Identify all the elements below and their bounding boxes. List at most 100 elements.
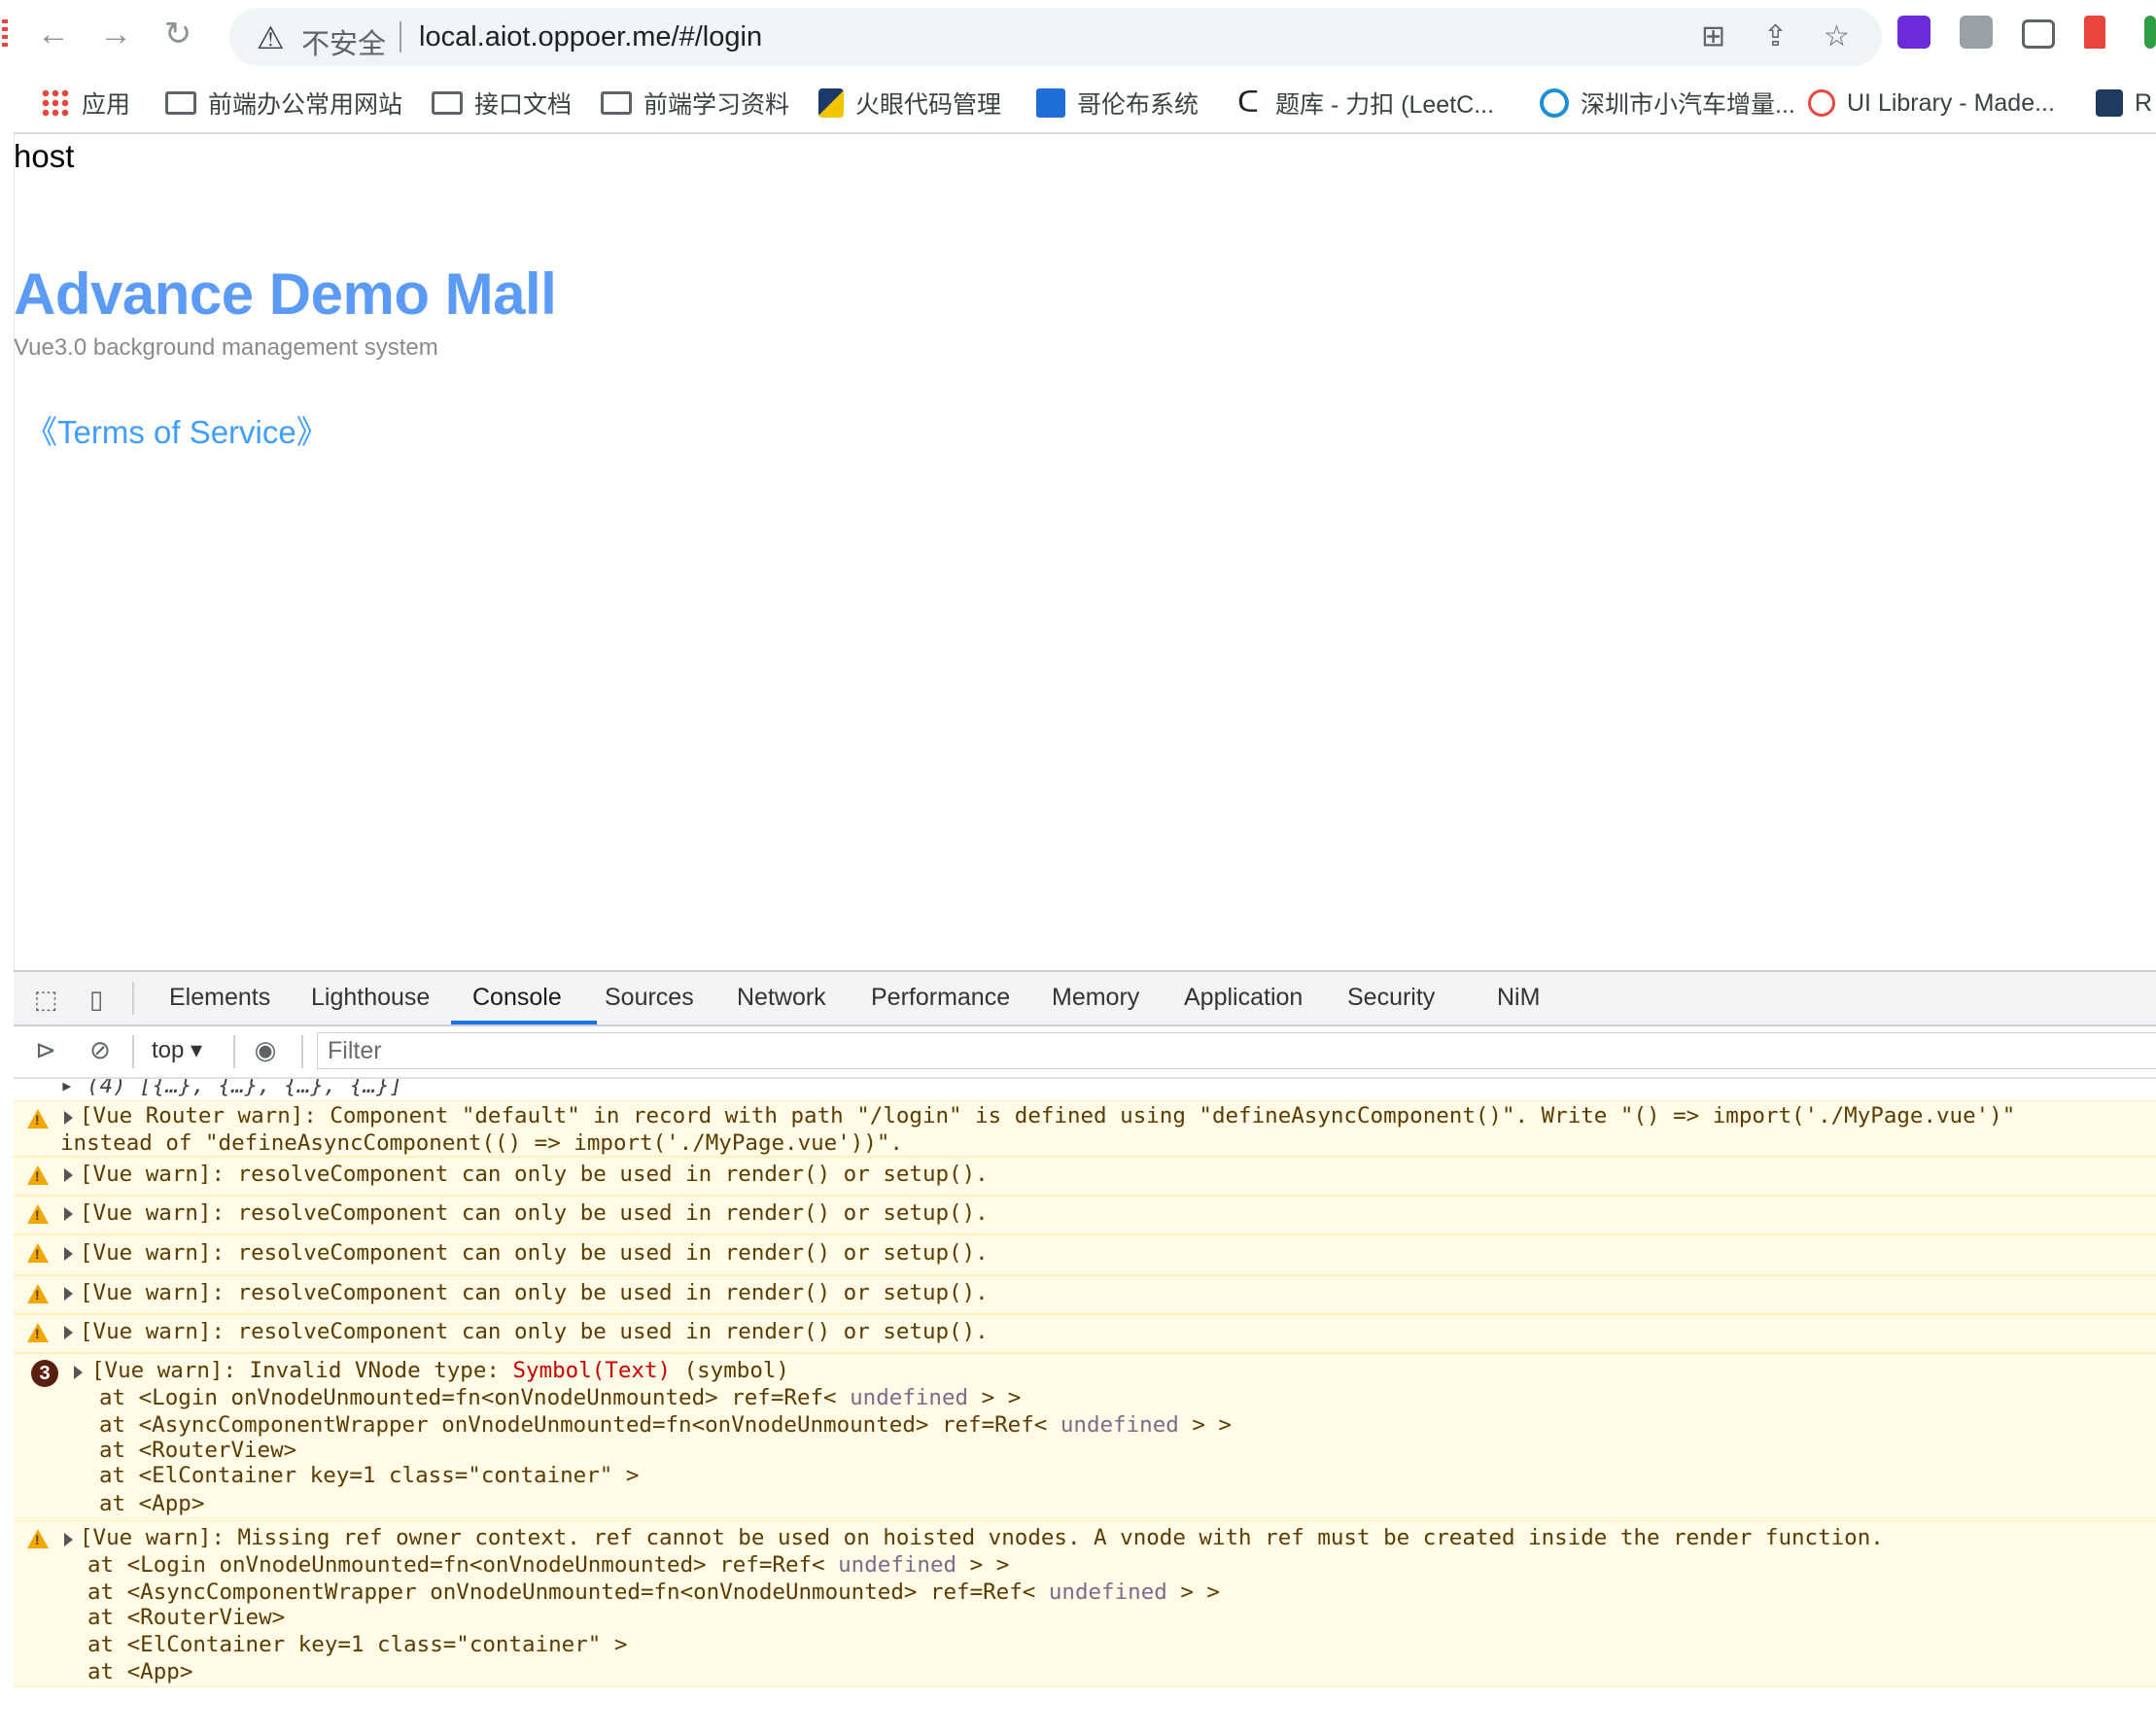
share-icon[interactable]: ⇪ <box>1763 19 1788 53</box>
extension-lighthouse-icon[interactable] <box>2084 16 2105 49</box>
inspect-element-icon[interactable]: ⬚ <box>29 984 62 1015</box>
bookmark-ui-library[interactable]: UI Library - Made... <box>1808 86 2055 121</box>
expand-triangle-icon[interactable] <box>64 1326 73 1339</box>
extension-green-icon[interactable] <box>2144 16 2156 49</box>
bookmark-columbus[interactable]: 哥伦布系统 <box>1036 86 1199 121</box>
expand-triangle-icon[interactable] <box>64 1207 73 1221</box>
warning-icon <box>27 1204 49 1224</box>
live-expression-eye-icon[interactable]: ◉ <box>249 1034 282 1065</box>
expand-triangle-icon[interactable] <box>64 1533 73 1546</box>
warning-icon[interactable]: ⚠ <box>257 19 285 56</box>
tab-sources[interactable]: Sources <box>605 984 694 1012</box>
filterbar-separator <box>301 1035 303 1068</box>
clear-console-icon[interactable]: ⊘ <box>84 1034 117 1065</box>
url-text[interactable]: local.aiot.oppoer.me/#/login <box>419 21 762 53</box>
star-icon[interactable]: ☆ <box>1824 19 1850 53</box>
stack-trace-line: at <App> <box>87 1659 193 1684</box>
console-warning-text: [Vue warn]: resolveComponent can only be… <box>80 1319 989 1344</box>
sidebar-toggle-icon[interactable]: ⊳ <box>29 1034 62 1065</box>
tab-memory[interactable]: Memory <box>1052 984 1139 1012</box>
bookmark-folder-office[interactable]: 前端办公常用网站 <box>165 86 402 121</box>
edge-indicator <box>2 19 8 49</box>
context-selector[interactable]: top ▾ <box>152 1036 202 1064</box>
tab-network[interactable]: Network <box>737 984 826 1012</box>
filterbar-separator <box>132 1035 134 1068</box>
insecure-label[interactable]: 不安全 <box>301 21 386 62</box>
console-output: ▸ (4) [{…}, {…}, {…}, {…}] [Vue Router w… <box>14 1079 2156 1736</box>
extension-rp-icon[interactable] <box>1897 16 1930 49</box>
stack-trace-line: at <Login onVnodeUnmounted=fn<onVnodeUnm… <box>99 1385 1021 1410</box>
bookmark-label: R <box>2135 88 2153 117</box>
terms-of-service-link[interactable]: 《Terms of Service》 <box>25 406 329 453</box>
devtools-tabbar: ⬚ ▯ Elements Lighthouse Console Sources … <box>14 972 2156 1026</box>
bookmark-label: 题库 - 力扣 (LeetC... <box>1275 91 1495 119</box>
bookmark-apps[interactable]: 应用 <box>41 86 130 121</box>
address-bar[interactable]: ⚠ 不安全 local.aiot.oppoer.me/#/login ⊞ ⇪ ☆ <box>229 8 1882 66</box>
bookmark-label: 火眼代码管理 <box>855 91 1002 119</box>
extension-print-icon[interactable] <box>2022 19 2055 49</box>
warning-icon <box>27 1323 49 1342</box>
console-warning-row[interactable]: [Vue warn]: resolveComponent can only be… <box>14 1196 2156 1234</box>
folder-icon <box>165 91 196 115</box>
tab-application[interactable]: Application <box>1184 984 1303 1012</box>
ui-library-icon <box>1808 89 1835 117</box>
stack-trace-line: at <RouterView> <box>87 1605 286 1630</box>
tab-nim[interactable]: NiM <box>1497 984 1540 1012</box>
console-warning-text: instead of "defineAsyncComponent(() => i… <box>60 1130 903 1156</box>
expand-triangle-icon[interactable] <box>64 1168 73 1182</box>
warning-icon <box>27 1165 49 1185</box>
back-icon[interactable]: ← <box>33 14 74 54</box>
device-toolbar-icon[interactable]: ▯ <box>80 984 113 1015</box>
console-warning-text: [Vue warn]: resolveComponent can only be… <box>80 1240 989 1266</box>
forward-icon[interactable]: → <box>95 14 136 54</box>
tab-security[interactable]: Security <box>1347 984 1435 1012</box>
host-text: host <box>14 138 75 174</box>
bookmarks-bar: 应用 前端办公常用网站 接口文档 前端学习资料 火眼代码管理 哥伦布系统 ᑕ 题… <box>14 74 2156 134</box>
console-warning-row[interactable]: [Vue Router warn]: Component "default" i… <box>14 1100 2156 1157</box>
translate-icon[interactable]: ⊞ <box>1701 19 1725 53</box>
tab-performance[interactable]: Performance <box>871 984 1010 1012</box>
warning-icon <box>27 1243 49 1263</box>
bookmark-label: 深圳市小汽车增量... <box>1581 91 1795 119</box>
console-warning-row[interactable]: [Vue warn]: resolveComponent can only be… <box>14 1234 2156 1275</box>
vnode-symbol: Symbol(Text) <box>512 1358 672 1383</box>
bookmark-leetcode[interactable]: ᑕ 题库 - 力扣 (LeetC... <box>1233 86 1494 121</box>
bookmark-shenzhen-car[interactable]: 深圳市小汽车增量... <box>1540 86 1795 121</box>
expand-triangle-icon[interactable] <box>74 1366 83 1379</box>
console-warning-text: [Vue warn]: Missing ref owner context. r… <box>80 1525 1884 1550</box>
console-array-text[interactable]: ▸ (4) [{…}, {…}, {…}, {…}] <box>60 1079 402 1098</box>
bookmark-code-manager[interactable]: 火眼代码管理 <box>818 86 1001 121</box>
console-warning-text: [Vue warn]: resolveComponent can only be… <box>80 1280 989 1305</box>
folder-icon <box>601 91 632 115</box>
console-warning-group-tail: at <App> <box>14 1489 2156 1519</box>
console-warning-row[interactable]: [Vue warn]: resolveComponent can only be… <box>14 1314 2156 1353</box>
console-warning-row[interactable]: [Vue warn]: resolveComponent can only be… <box>14 1275 2156 1314</box>
console-warning-group[interactable]: 3 [Vue warn]: Invalid VNode type: Symbol… <box>14 1353 2156 1491</box>
tab-console[interactable]: Console <box>472 984 562 1012</box>
window-edge <box>0 0 15 1734</box>
tabbar-separator <box>132 982 134 1015</box>
console-filter-input[interactable]: Filter <box>317 1032 2156 1069</box>
expand-triangle-icon[interactable] <box>64 1111 73 1125</box>
globe-icon <box>1540 88 1569 118</box>
reload-icon[interactable]: ↻ <box>157 14 198 54</box>
console-warning-row[interactable]: [Vue warn]: Missing ref owner context. r… <box>14 1520 2156 1687</box>
trace-text: > > <box>968 1385 1022 1410</box>
console-warning-text: [Vue Router warn]: Component "default" i… <box>80 1103 2016 1128</box>
console-warning-row[interactable]: [Vue warn]: resolveComponent can only be… <box>14 1157 2156 1196</box>
bookmark-folder-api-docs[interactable]: 接口文档 <box>432 86 572 121</box>
console-message[interactable]: ▸ (4) [{…}, {…}, {…}, {…}] <box>14 1079 2156 1098</box>
trace-text: at <AsyncComponentWrapper onVnodeUnmount… <box>99 1412 1061 1438</box>
bookmark-r[interactable]: R <box>2096 86 2152 121</box>
warning-icon <box>27 1529 49 1548</box>
extension-copy-icon[interactable] <box>1960 16 1993 49</box>
tab-elements[interactable]: Elements <box>169 984 270 1012</box>
tab-lighthouse[interactable]: Lighthouse <box>311 984 430 1012</box>
bookmark-folder-learning[interactable]: 前端学习资料 <box>601 86 789 121</box>
bookmark-label: 前端学习资料 <box>643 91 790 119</box>
stack-trace-line: at <ElContainer key=1 class="container" … <box>99 1463 640 1488</box>
expand-triangle-icon[interactable] <box>64 1247 73 1261</box>
trace-undefined: undefined <box>1060 1412 1179 1438</box>
bookmark-label: UI Library - Made... <box>1847 88 2055 117</box>
expand-triangle-icon[interactable] <box>64 1287 73 1301</box>
